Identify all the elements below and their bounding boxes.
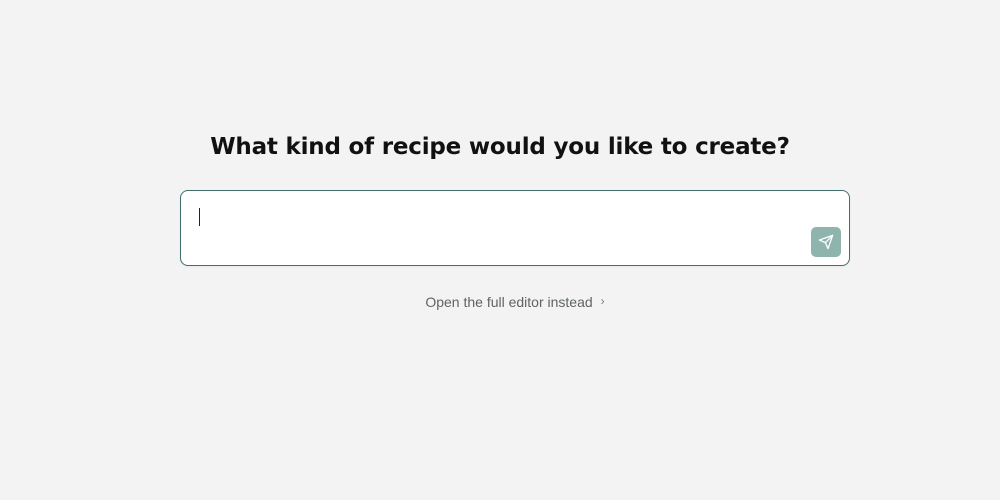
send-icon	[818, 234, 834, 250]
open-full-editor-label: Open the full editor instead	[425, 294, 593, 310]
send-button[interactable]	[811, 227, 841, 257]
chevron-right-icon: ›	[600, 294, 605, 308]
recipe-create-page: What kind of recipe would you like to cr…	[0, 0, 1000, 500]
open-full-editor-link-content[interactable]: Open the full editor instead ›	[395, 293, 604, 311]
text-caret	[199, 208, 200, 226]
open-full-editor-link[interactable]: Open the full editor instead ›	[0, 293, 1000, 311]
recipe-prompt-input[interactable]	[195, 203, 795, 253]
prompt-composer[interactable]	[180, 190, 850, 266]
page-title: What kind of recipe would you like to cr…	[210, 134, 790, 160]
